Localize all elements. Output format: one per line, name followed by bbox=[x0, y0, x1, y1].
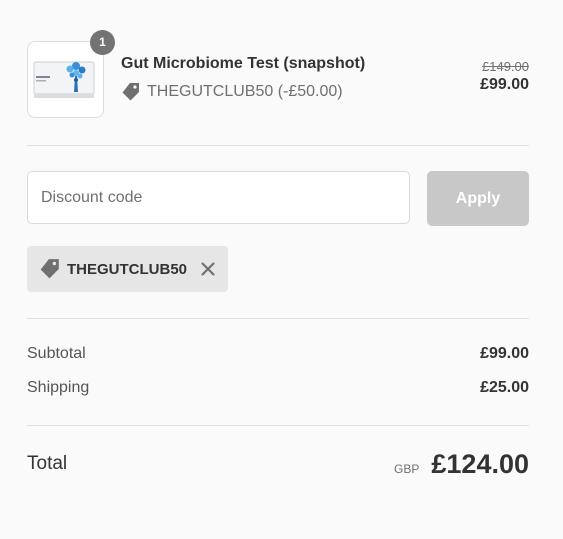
shipping-label: Shipping bbox=[27, 379, 90, 396]
total-amount: GBP £124.00 bbox=[394, 449, 529, 480]
shipping-row: Shipping £25.00 bbox=[27, 377, 529, 399]
total-label: Total bbox=[27, 453, 68, 474]
discounted-price: £99.00 bbox=[480, 76, 529, 93]
tag-icon bbox=[121, 82, 141, 102]
product-discount: THEGUTCLUB50 (-£50.00) bbox=[121, 82, 343, 102]
close-icon[interactable] bbox=[200, 261, 216, 277]
subtotal-value: £99.00 bbox=[480, 345, 529, 362]
product-image bbox=[33, 61, 95, 98]
total-row: Total GBP £124.00 bbox=[27, 446, 529, 482]
currency-code: GBP bbox=[394, 461, 420, 476]
total-value: £124.00 bbox=[431, 448, 529, 479]
original-price: £149.00 bbox=[482, 59, 529, 74]
product-thumbnail bbox=[27, 41, 104, 118]
line-item: 1 Gut Microbiome Test (snapshot) THEGUTC… bbox=[27, 30, 529, 118]
order-summary: 1 Gut Microbiome Test (snapshot) THEGUTC… bbox=[0, 0, 563, 539]
applied-discount-chip: THEGUTCLUB50 bbox=[27, 246, 228, 292]
quantity-badge: 1 bbox=[90, 30, 115, 55]
applied-discount-code: THEGUTCLUB50 bbox=[67, 260, 188, 278]
divider bbox=[27, 145, 529, 146]
apply-button[interactable]: Apply bbox=[427, 171, 529, 226]
subtotal-label: Subtotal bbox=[27, 345, 86, 362]
divider bbox=[27, 425, 529, 426]
divider bbox=[27, 318, 529, 319]
product-prices: £149.00 £99.00 bbox=[480, 59, 529, 95]
shipping-value: £25.00 bbox=[480, 379, 529, 396]
product-name: Gut Microbiome Test (snapshot) bbox=[121, 55, 366, 72]
tag-icon bbox=[39, 258, 61, 280]
discount-code-input[interactable] bbox=[27, 171, 410, 224]
subtotal-row: Subtotal £99.00 bbox=[27, 343, 529, 365]
product-discount-label: THEGUTCLUB50 (-£50.00) bbox=[147, 83, 343, 100]
